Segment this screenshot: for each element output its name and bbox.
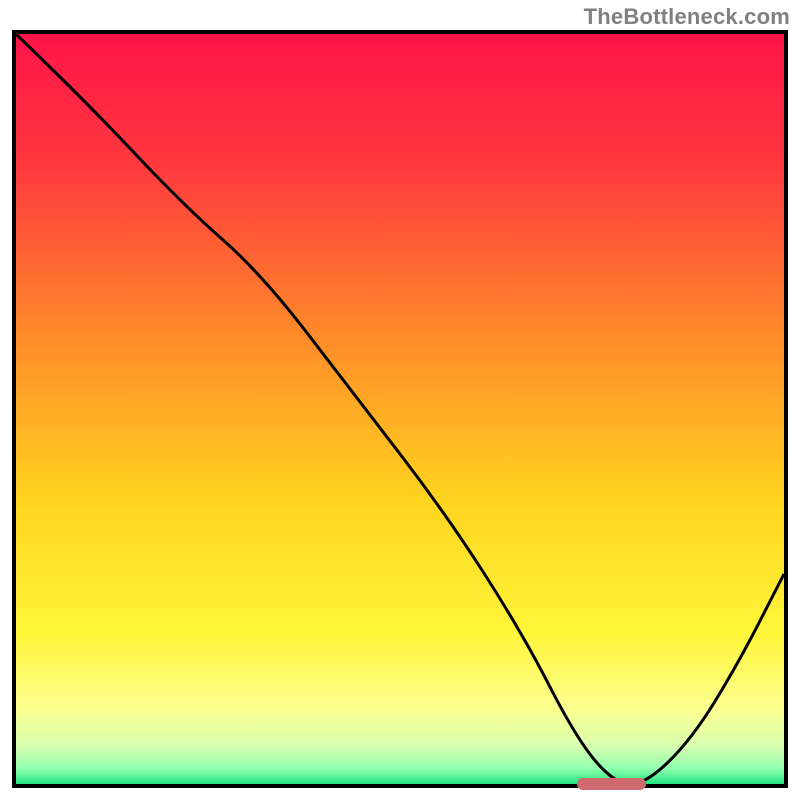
optimal-range-marker xyxy=(577,778,646,790)
watermark-text: TheBottleneck.com xyxy=(584,4,790,30)
chart-plot-area xyxy=(16,34,784,784)
chart-background-gradient xyxy=(16,34,784,784)
chart-frame xyxy=(12,30,788,788)
